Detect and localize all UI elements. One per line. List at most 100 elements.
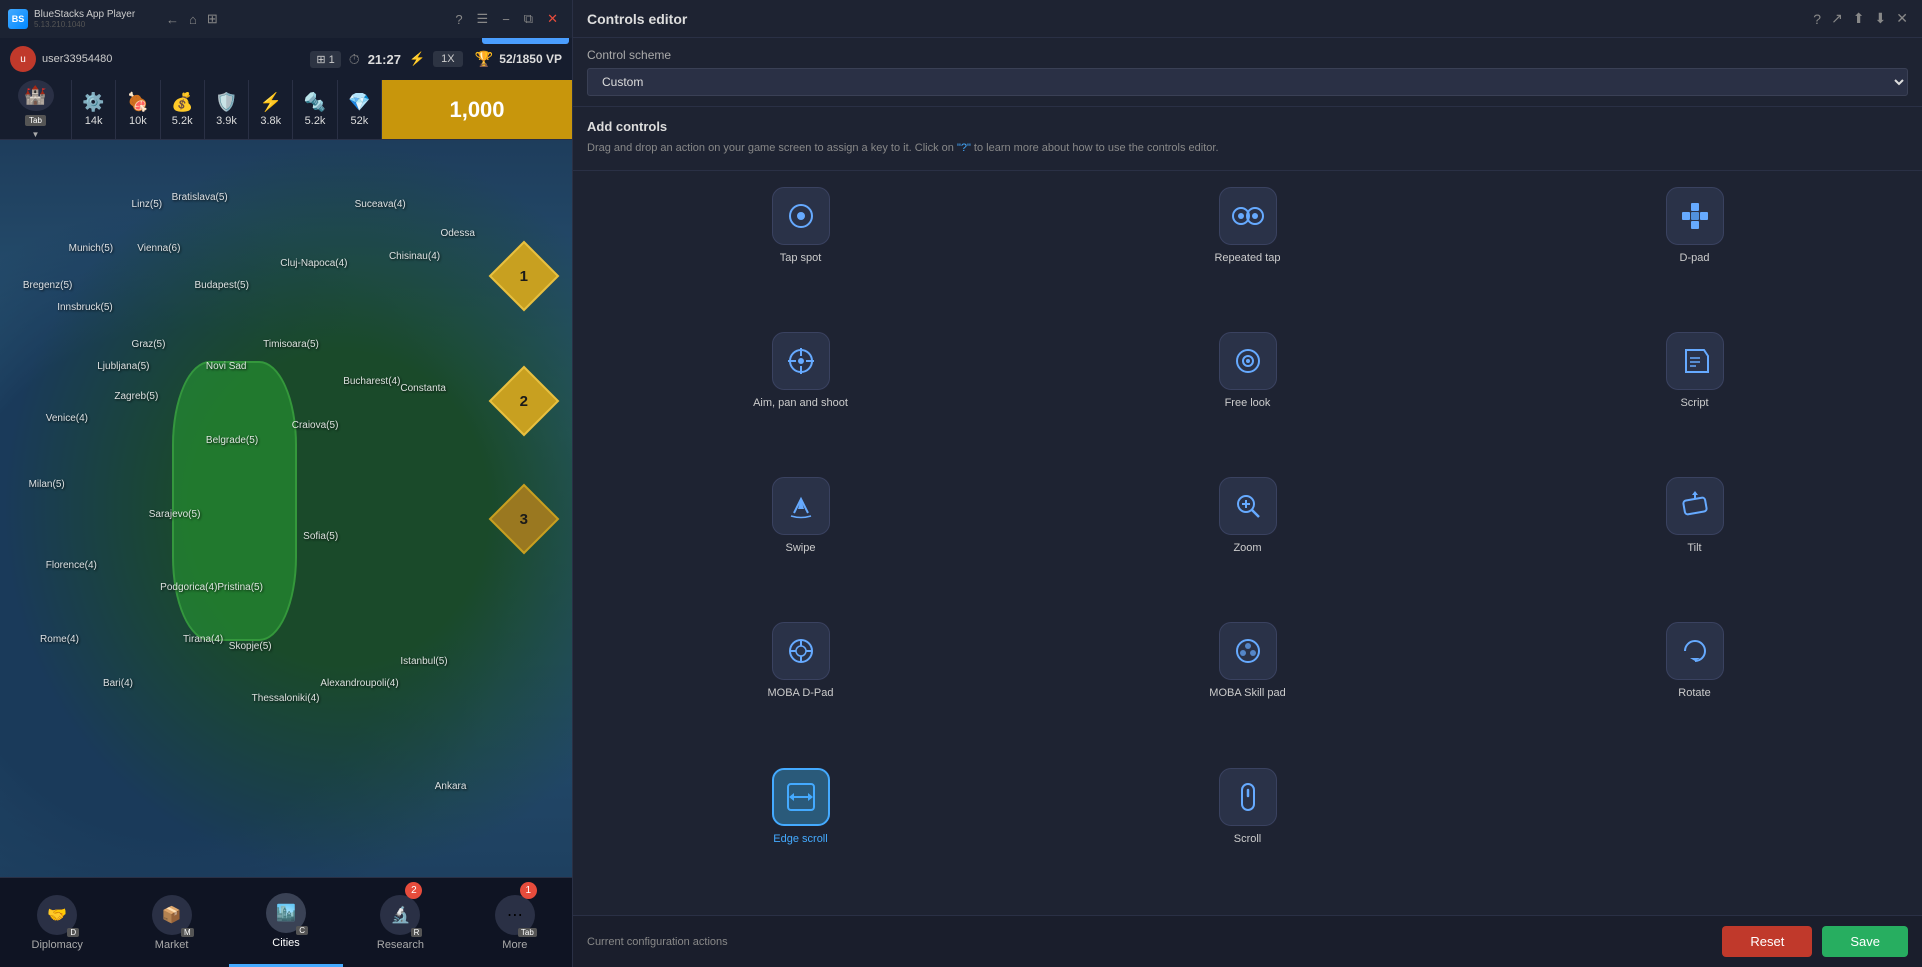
ctrl-repeated-tap-label: Repeated tap: [1214, 251, 1280, 265]
gold-area[interactable]: 1,000: [382, 80, 572, 139]
ctrl-aim-pan-shoot[interactable]: Aim, pan and shoot: [587, 332, 1014, 463]
help-link[interactable]: "?": [957, 142, 971, 154]
city-bari[interactable]: Bari(4): [103, 678, 133, 689]
slot-badge[interactable]: ⊞ 1: [310, 51, 340, 68]
city-bucharest[interactable]: Bucharest(4): [343, 376, 400, 387]
city-ankara[interactable]: Ankara: [435, 781, 467, 792]
map-area[interactable]: Munich(5) Linz(5) Bratislava(5) Vienna(6…: [0, 140, 572, 877]
resource-item-6[interactable]: 💎 52k: [338, 80, 382, 139]
timer-group: ⊞ 1 ⏱ 21:27 ⚡ 1X: [310, 51, 462, 68]
city-vienna[interactable]: Vienna(6): [137, 243, 180, 254]
editor-title: Controls editor: [587, 11, 687, 27]
tab-area[interactable]: 🏰 Tab ▼: [0, 80, 72, 139]
city-ljubljana[interactable]: Ljubljana(5): [97, 361, 149, 372]
resource-item-3[interactable]: 🛡️ 3.9k: [205, 80, 249, 139]
city-innsbruck[interactable]: Innsbruck(5): [57, 302, 113, 313]
city-constanta[interactable]: Constanta: [400, 383, 446, 394]
ctrl-script[interactable]: Script: [1481, 332, 1908, 463]
save-button[interactable]: Save: [1822, 926, 1908, 957]
ctrl-free-look-label: Free look: [1225, 396, 1271, 410]
nav-window-icon[interactable]: ⊞: [207, 11, 218, 27]
ctrl-tilt-label: Tilt: [1687, 541, 1701, 555]
city-skopje[interactable]: Skopje(5): [229, 641, 272, 652]
city-cluj[interactable]: Cluj-Napoca(4): [280, 258, 347, 269]
nav-back-icon[interactable]: ←: [166, 12, 179, 27]
username-label: user33954480: [42, 53, 112, 65]
ctrl-repeated-tap-icon: [1219, 187, 1277, 245]
city-bregenz[interactable]: Bregenz(5): [23, 280, 72, 291]
scheme-select[interactable]: Custom: [587, 68, 1908, 96]
ctrl-tilt[interactable]: Tilt: [1481, 477, 1908, 608]
editor-close-icon[interactable]: ✕: [1896, 10, 1908, 27]
ctrl-scroll-icon: [1219, 768, 1277, 826]
city-alexandroupoli[interactable]: Alexandroupoli(4): [320, 678, 398, 689]
city-florence[interactable]: Florence(4): [46, 560, 97, 571]
ctrl-d-pad[interactable]: D-pad: [1481, 187, 1908, 318]
map-overlay-btn-2[interactable]: 2: [489, 365, 560, 436]
city-munich[interactable]: Munich(5): [69, 243, 113, 254]
minimize-icon[interactable]: −: [502, 12, 510, 27]
user-section: u user33954480: [10, 46, 112, 72]
ctrl-rotate[interactable]: Rotate: [1481, 622, 1908, 753]
city-budapest[interactable]: Budapest(5): [194, 280, 248, 291]
editor-import-icon[interactable]: ⬆: [1853, 10, 1865, 27]
city-timisoara[interactable]: Timisoara(5): [263, 339, 319, 350]
ctrl-scroll-label: Scroll: [1234, 832, 1262, 846]
nav-diplomacy[interactable]: 🤝 D Diplomacy: [0, 878, 114, 967]
map-overlay-btn-1[interactable]: 1: [489, 240, 560, 311]
ctrl-moba-skill-pad[interactable]: MOBA Skill pad: [1034, 622, 1461, 753]
resource-item-0[interactable]: ⚙️ 14k: [72, 80, 116, 139]
help-icon[interactable]: ?: [455, 12, 462, 27]
city-milan[interactable]: Milan(5): [29, 479, 65, 490]
resource-item-5[interactable]: 🔩 5.2k: [293, 80, 337, 139]
editor-header-icons: ? ↗ ⬆ ⬇ ✕: [1813, 10, 1908, 27]
city-graz[interactable]: Graz(5): [132, 339, 166, 350]
restore-icon[interactable]: ⧉: [524, 11, 533, 27]
resource-icon-6: 💎: [348, 92, 370, 113]
city-istanbul[interactable]: Istanbul(5): [400, 656, 447, 667]
city-sofia[interactable]: Sofia(5): [303, 531, 338, 542]
resource-icon-4: ⚡: [260, 92, 282, 113]
ctrl-swipe-label: Swipe: [786, 541, 816, 555]
ctrl-tap-spot[interactable]: Tap spot: [587, 187, 1014, 318]
reset-button[interactable]: Reset: [1722, 926, 1812, 957]
resource-value-1: 10k: [129, 115, 147, 127]
nav-cities[interactable]: 🏙️ C Cities: [229, 878, 343, 967]
menu-icon[interactable]: ☰: [477, 11, 489, 27]
ctrl-edge-scroll[interactable]: Edge scroll: [587, 768, 1014, 899]
nav-home-icon[interactable]: ⌂: [189, 12, 197, 27]
ctrl-zoom-label: Zoom: [1233, 541, 1261, 555]
nav-research[interactable]: 🔬 R 2 Research: [343, 878, 457, 967]
ctrl-repeated-tap[interactable]: Repeated tap: [1034, 187, 1461, 318]
city-bratislava[interactable]: Bratislava(5): [172, 192, 228, 203]
map-overlay-btn-3[interactable]: 3: [489, 483, 560, 554]
vp-value: 52/1850 VP: [499, 52, 562, 66]
city-suceava[interactable]: Suceava(4): [355, 199, 406, 210]
city-venice[interactable]: Venice(4): [46, 413, 88, 424]
city-chisinau[interactable]: Chisinau(4): [389, 251, 440, 262]
ctrl-moba-d-pad[interactable]: MOBA D-Pad: [587, 622, 1014, 753]
city-odessa[interactable]: Odessa: [440, 228, 474, 239]
resource-item-4[interactable]: ⚡ 3.8k: [249, 80, 293, 139]
speed-button[interactable]: 1X: [433, 51, 462, 67]
city-craiova[interactable]: Craiova(5): [292, 420, 339, 431]
resource-item-1[interactable]: 🍖 10k: [116, 80, 160, 139]
ctrl-zoom[interactable]: Zoom: [1034, 477, 1461, 608]
nav-market[interactable]: 📦 M Market: [114, 878, 228, 967]
city-linz[interactable]: Linz(5): [132, 199, 163, 210]
editor-export-icon[interactable]: ⬇: [1875, 10, 1887, 27]
city-thessaloniki[interactable]: Thessaloniki(4): [252, 693, 320, 704]
ctrl-scroll[interactable]: Scroll: [1034, 768, 1461, 899]
ctrl-swipe[interactable]: Swipe: [587, 477, 1014, 608]
nav-cities-label: Cities: [272, 937, 300, 949]
editor-help-icon[interactable]: ?: [1813, 11, 1821, 27]
close-icon[interactable]: ✕: [547, 11, 558, 27]
editor-share-icon[interactable]: ↗: [1831, 10, 1843, 27]
city-zagreb[interactable]: Zagreb(5): [114, 391, 158, 402]
ctrl-moba-d-pad-icon: [772, 622, 830, 680]
resource-item-2[interactable]: 💰 5.2k: [161, 80, 205, 139]
city-rome[interactable]: Rome(4): [40, 634, 79, 645]
nav-more[interactable]: ⋯ Tab 1 More: [458, 878, 572, 967]
ctrl-free-look[interactable]: Free look: [1034, 332, 1461, 463]
editor-header: Controls editor ? ↗ ⬆ ⬇ ✕: [573, 0, 1922, 38]
